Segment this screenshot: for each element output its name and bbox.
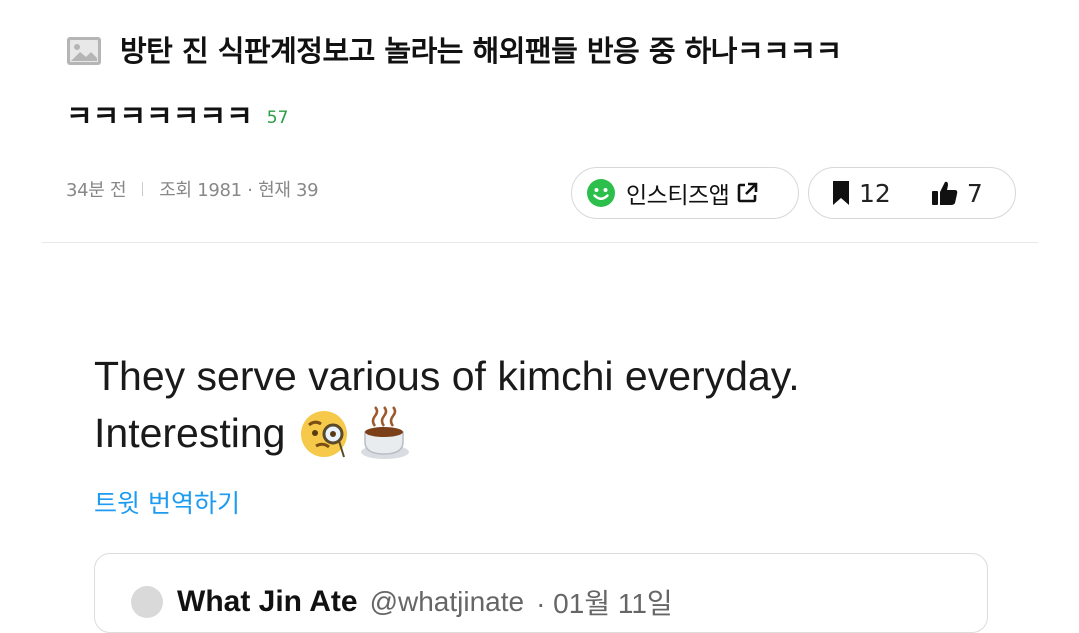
bookmark-button[interactable]: 12 <box>831 179 891 208</box>
like-button[interactable]: 7 <box>931 179 983 208</box>
comment-count[interactable]: 57 <box>267 98 289 138</box>
translate-tweet-link[interactable]: 트윗 번역하기 <box>94 484 240 520</box>
post-views: 조회 1981 · 현재 39 <box>159 180 319 201</box>
hot-beverage-emoji <box>361 405 410 459</box>
post-title-line1[interactable]: 방탄 진 식판계정보고 놀라는 해외팬들 반응 중 하나ㅋㅋㅋㅋ <box>120 28 842 74</box>
header-divider <box>42 242 1038 243</box>
thumbs-up-icon <box>931 181 958 205</box>
quoted-tweet-card[interactable]: What Jin Ate @whatjinate · 01월 11일 <box>94 553 988 633</box>
tweet-text-line1: They serve various of kimchi everyday. <box>94 353 800 399</box>
post-meta: 34분 전 조회 1981 · 현재 39 <box>66 176 319 202</box>
image-icon <box>67 37 101 65</box>
smile-icon <box>587 179 615 207</box>
post-time: 34분 전 <box>66 180 127 201</box>
bookmark-count: 12 <box>859 178 891 208</box>
post-header: 방탄 진 식판계정보고 놀라는 해외팬들 반응 중 하나ㅋㅋㅋㅋ ㅋㅋㅋㅋㅋㅋㅋ… <box>66 28 1026 136</box>
like-count: 7 <box>966 178 983 208</box>
avatar <box>131 586 163 618</box>
quote-author-name: What Jin Ate <box>177 585 358 618</box>
tweet-text-line2: Interesting <box>94 410 286 456</box>
meta-divider <box>142 182 144 196</box>
post-stats: 12 7 <box>808 167 1016 219</box>
post-title-line2[interactable]: ㅋㅋㅋㅋㅋㅋㅋ <box>66 96 253 136</box>
tweet-body: They serve various of kimchi everyday. I… <box>94 348 994 462</box>
bookmark-icon <box>833 181 849 205</box>
instiz-app-button[interactable]: 인스티즈앱 <box>571 167 799 219</box>
app-label: 인스티즈앱 <box>626 183 730 209</box>
external-link-icon <box>738 182 758 203</box>
quote-date: · 01월 11일 <box>536 588 673 619</box>
post-title[interactable]: 방탄 진 식판계정보고 놀라는 해외팬들 반응 중 하나ㅋㅋㅋㅋ <box>66 28 1026 74</box>
monocle-face-emoji <box>301 410 348 457</box>
quote-author-handle: @whatjinate <box>369 586 525 617</box>
